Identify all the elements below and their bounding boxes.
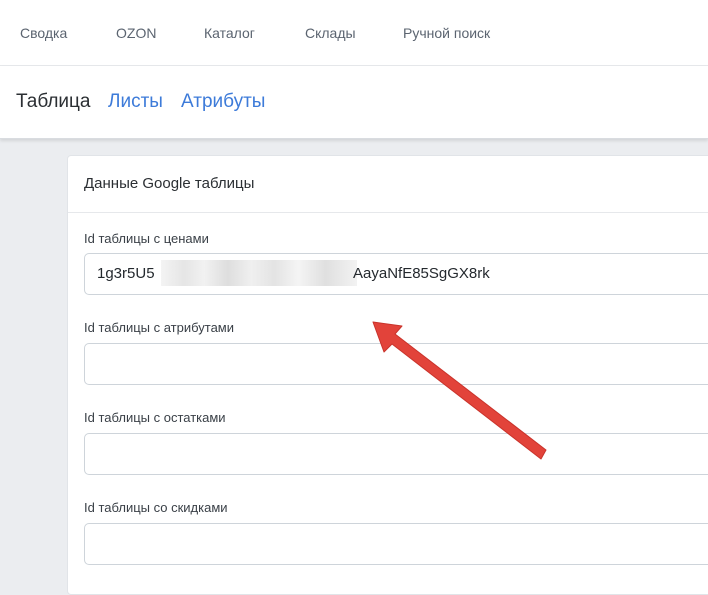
redacted-region <box>161 260 357 286</box>
nav-item-svodka[interactable]: Сводка <box>20 25 67 41</box>
attributes-sheet-id-label: Id таблицы с атрибутами <box>84 320 235 335</box>
card-title: Данные Google таблицы <box>84 175 255 192</box>
stock-sheet-id-input[interactable] <box>84 433 708 475</box>
sub-navigation: Таблица Листы Атрибуты <box>0 66 708 139</box>
google-sheet-card: Данные Google таблицы Id таблицы с ценам… <box>67 155 708 595</box>
tab-attributes[interactable]: Атрибуты <box>181 91 265 113</box>
prices-sheet-id-label: Id таблицы с ценами <box>84 231 209 246</box>
tab-table[interactable]: Таблица <box>16 91 91 113</box>
prices-sheet-id-input[interactable]: 1g3r5U5 AayaNfE85SgGX8rk <box>84 253 708 295</box>
tab-sheets[interactable]: Листы <box>108 91 163 113</box>
prices-sheet-id-value-start: 1g3r5U5 <box>97 265 155 282</box>
nav-item-katalog[interactable]: Каталог <box>204 25 255 41</box>
nav-item-ozon[interactable]: OZON <box>116 25 156 41</box>
stock-sheet-id-label: Id таблицы с остатками <box>84 410 226 425</box>
nav-item-sklady[interactable]: Склады <box>305 25 356 41</box>
card-header: Данные Google таблицы <box>68 156 708 213</box>
top-navigation: Сводка OZON Каталог Склады Ручной поиск <box>0 0 708 66</box>
attributes-sheet-id-input[interactable] <box>84 343 708 385</box>
nav-item-manual-search[interactable]: Ручной поиск <box>403 25 490 41</box>
discounts-sheet-id-input[interactable] <box>84 523 708 565</box>
prices-sheet-id-value-end: AayaNfE85SgGX8rk <box>353 265 490 282</box>
discounts-sheet-id-label: Id таблицы со скидками <box>84 500 228 515</box>
